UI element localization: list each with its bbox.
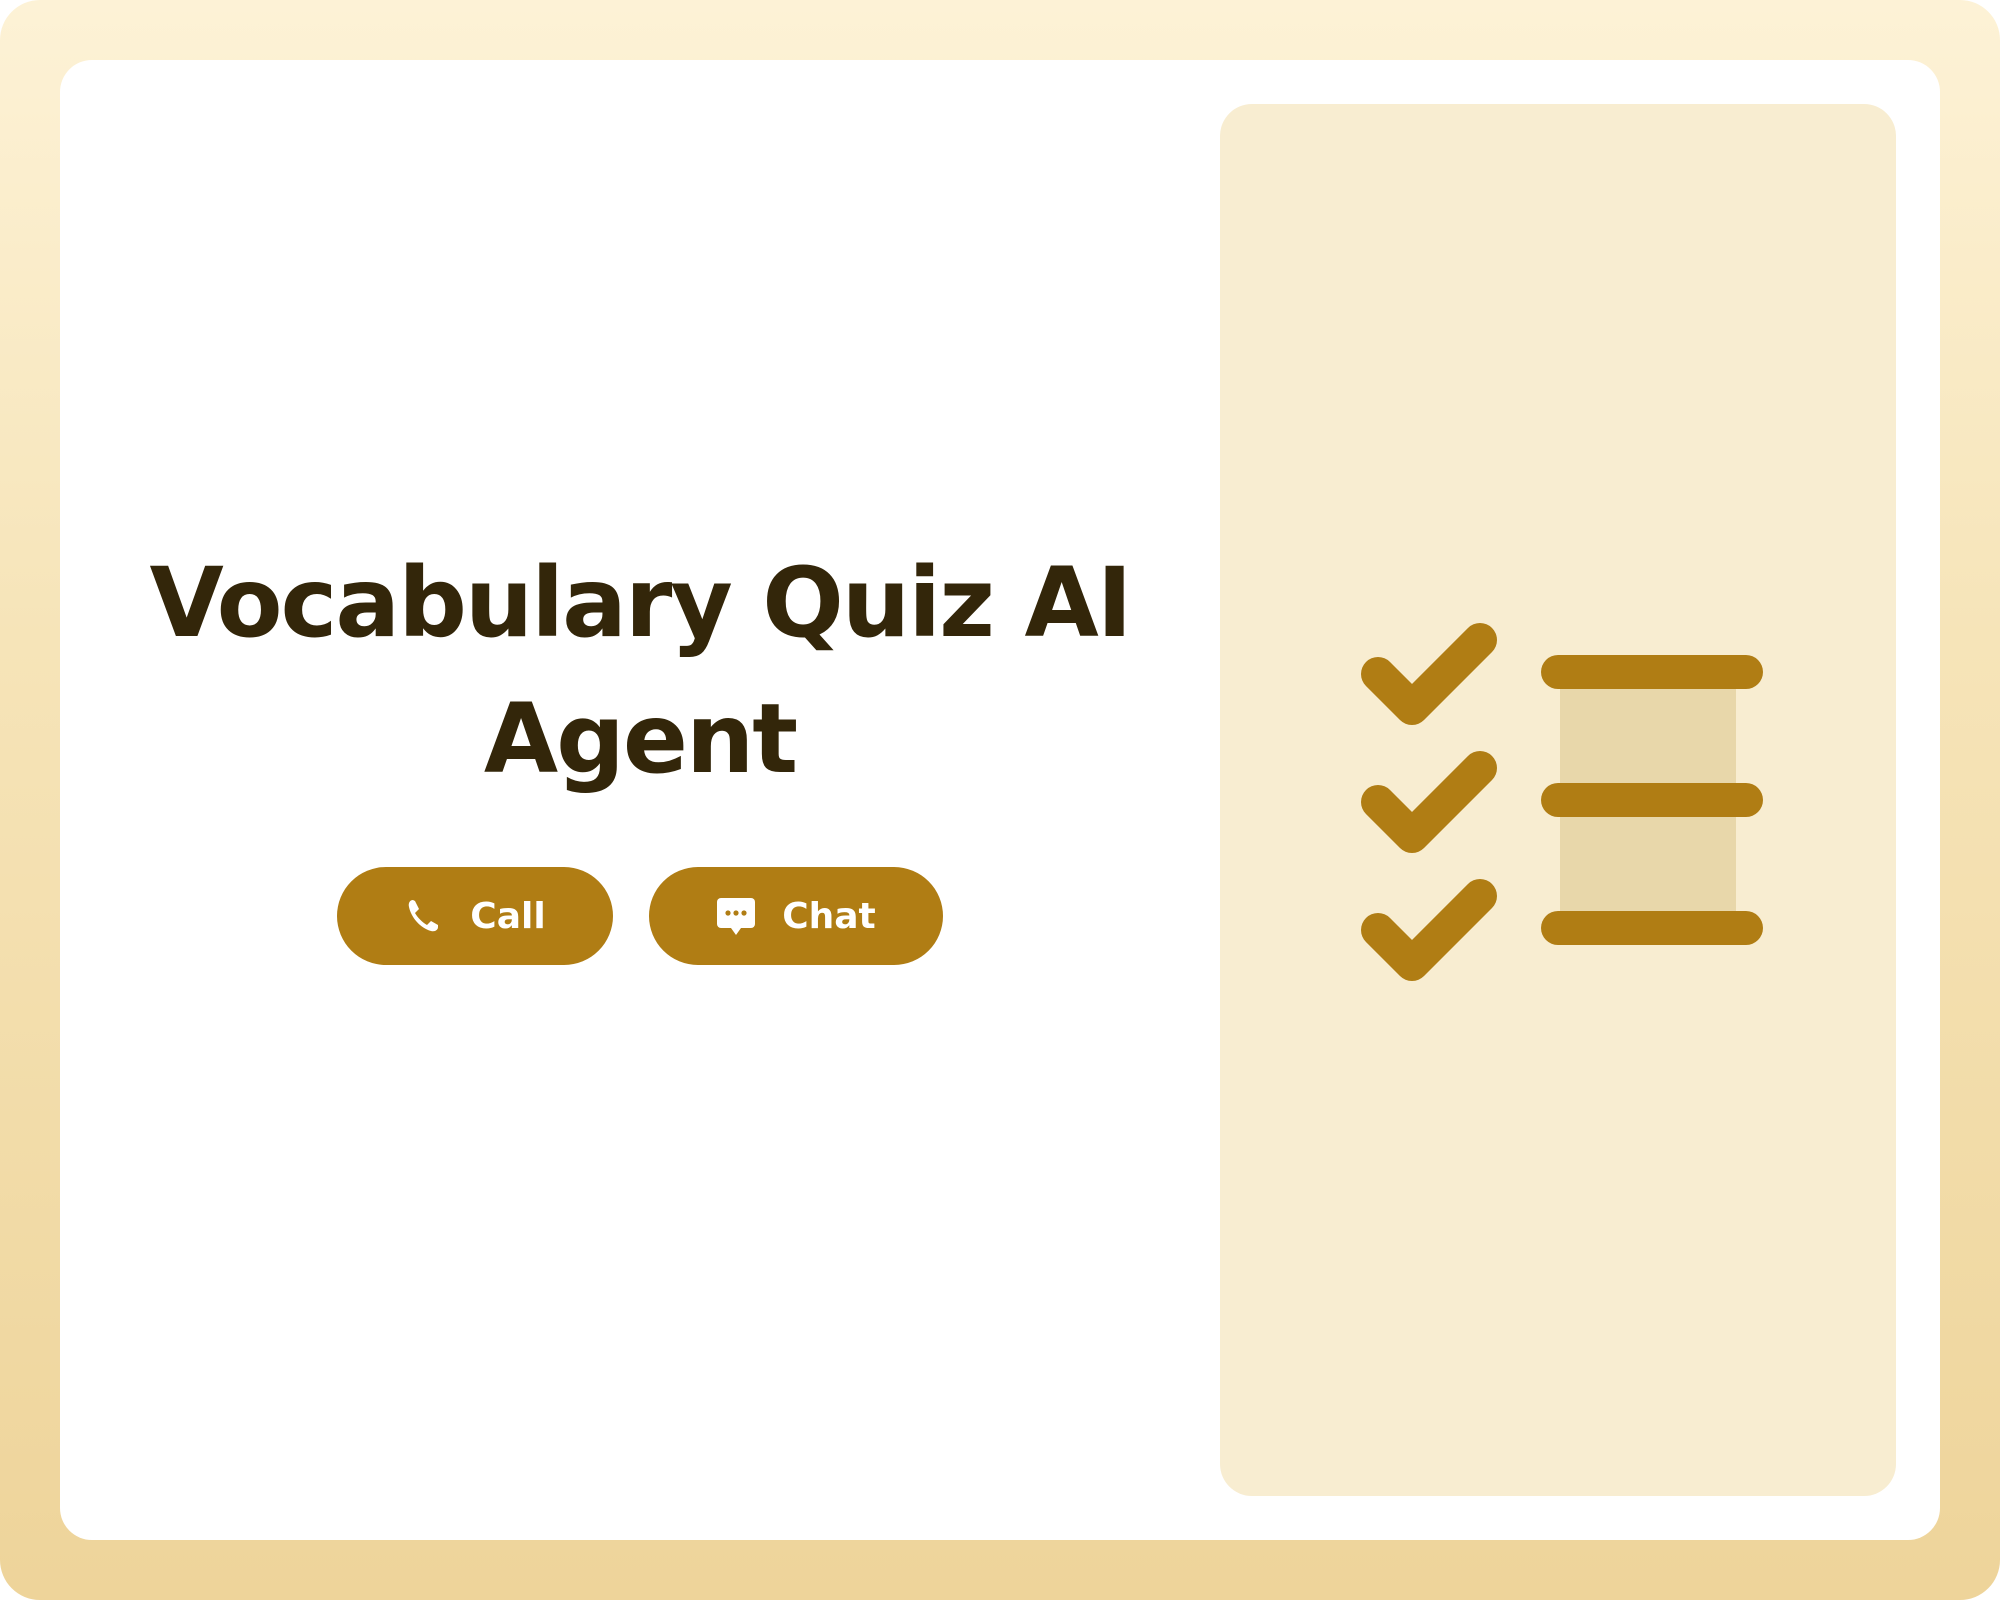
- illustration-panel: [1220, 104, 1896, 1496]
- phone-icon: [404, 896, 444, 936]
- page-title: Vocabulary Quiz AI Agent: [149, 547, 1133, 795]
- checklist-icon: [1361, 623, 1763, 981]
- main-card: Vocabulary Quiz AI Agent Call Chat: [60, 60, 1940, 1540]
- hero-section: Vocabulary Quiz AI Agent Call Chat: [140, 60, 1140, 1540]
- call-button[interactable]: Call: [337, 867, 613, 965]
- chat-button-label: Chat: [782, 895, 876, 937]
- call-button-label: Call: [470, 895, 546, 937]
- chat-button[interactable]: Chat: [649, 867, 943, 965]
- background-frame: Vocabulary Quiz AI Agent Call Chat: [0, 0, 2000, 1600]
- action-buttons: Call Chat: [337, 867, 943, 965]
- chat-icon: [716, 896, 756, 936]
